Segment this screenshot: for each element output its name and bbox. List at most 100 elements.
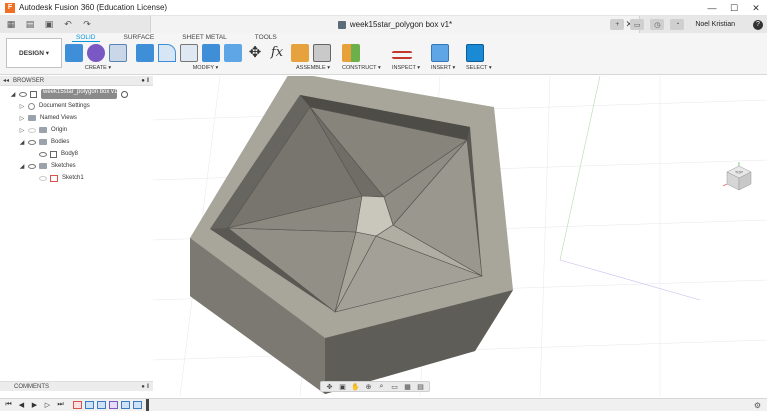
- tree-item-label: Named Views: [40, 115, 77, 121]
- tree-item-body8[interactable]: Body8: [0, 148, 153, 160]
- gear-icon: [28, 102, 35, 110]
- collapse-panel-icon[interactable]: ◂◂: [3, 77, 9, 84]
- tree-item-bodies[interactable]: ◢ Bodies: [0, 136, 153, 148]
- document-tab[interactable]: week15star_polygon box v1* ✕: [150, 16, 640, 33]
- visibility-eye-icon[interactable]: [28, 139, 36, 145]
- activate-radio-icon[interactable]: [121, 90, 129, 98]
- folder-icon: [39, 163, 47, 169]
- expand-icon[interactable]: ◢: [19, 139, 25, 146]
- 3d-viewport[interactable]: TOP: [153, 76, 767, 396]
- visibility-eye-icon[interactable]: [28, 127, 36, 133]
- timeline-first-icon[interactable]: ⏮: [4, 401, 13, 410]
- timeline-next-icon[interactable]: ▷: [43, 401, 52, 410]
- combine-icon[interactable]: [202, 44, 220, 62]
- zoom-window-icon[interactable]: ⌕: [377, 383, 386, 391]
- navigation-bar: ✥ ▣ ✋ ⊕ ⌕ ▭ ▦ ▤: [320, 381, 430, 392]
- browser-header[interactable]: ◂◂ BROWSER ● ‖: [0, 76, 153, 86]
- help-icon[interactable]: ?: [753, 19, 763, 30]
- viewcube[interactable]: TOP: [723, 162, 755, 194]
- zoom-icon[interactable]: ⊕: [364, 383, 373, 391]
- timeline-prev-icon[interactable]: ◀: [17, 401, 26, 410]
- save-icon[interactable]: ▣: [41, 18, 57, 31]
- select-menu[interactable]: SELECT ▾: [466, 65, 492, 71]
- timeline-extrude-feature[interactable]: [85, 401, 94, 409]
- assemble-menu[interactable]: ASSEMBLE ▾: [291, 65, 335, 71]
- tab-tools[interactable]: TOOLS: [251, 34, 281, 42]
- tree-item-root[interactable]: ◢ week15star_polygon box v1: [0, 88, 153, 100]
- timeline-play-icon[interactable]: ▶: [30, 401, 39, 410]
- timeline-last-icon[interactable]: ⏭: [56, 401, 65, 410]
- data-panel-grid-icon[interactable]: ▦: [3, 18, 19, 31]
- timeline-feature[interactable]: [121, 401, 130, 409]
- expand-icon[interactable]: ▷: [19, 127, 25, 134]
- insert-image-icon[interactable]: [431, 44, 449, 62]
- construct-menu[interactable]: CONSTRUCT ▾: [342, 65, 381, 71]
- comments-add-icon[interactable]: ● ‖: [141, 384, 149, 390]
- new-tab-icon[interactable]: +: [610, 19, 625, 30]
- tree-item-sketches[interactable]: ◢ Sketches: [0, 160, 153, 172]
- display-settings-icon[interactable]: ▭: [390, 383, 399, 391]
- tab-solid[interactable]: SOLID: [72, 34, 100, 42]
- split-body-icon[interactable]: [224, 44, 242, 62]
- tree-item-origin[interactable]: ▷ Origin: [0, 124, 153, 136]
- expand-icon[interactable]: ◢: [19, 163, 25, 170]
- tree-item-document-settings[interactable]: ▷ Document Settings: [0, 100, 153, 112]
- minimize-button[interactable]: —: [701, 0, 723, 16]
- timeline-settings-gear-icon[interactable]: ⚙: [754, 401, 761, 410]
- timeline-sketch-feature[interactable]: [73, 401, 82, 409]
- browser-pin-icon[interactable]: ● ‖: [141, 78, 149, 84]
- parameters-fx-icon[interactable]: fx: [268, 44, 286, 62]
- pan-hand-icon[interactable]: ✋: [351, 383, 360, 391]
- timeline-feature[interactable]: [133, 401, 142, 409]
- tab-sheet-metal[interactable]: SHEET METAL: [178, 34, 231, 42]
- browser-title: BROWSER: [13, 77, 45, 84]
- fillet-icon[interactable]: [158, 44, 176, 62]
- insert-menu[interactable]: INSERT ▾: [431, 65, 455, 71]
- timeline-marker[interactable]: [146, 399, 149, 411]
- expand-icon[interactable]: ◢: [10, 91, 16, 98]
- tree-item-named-views[interactable]: ▷ Named Views: [0, 112, 153, 124]
- visibility-eye-icon[interactable]: [19, 91, 27, 97]
- modify-menu[interactable]: MODIFY ▾: [121, 65, 290, 71]
- visibility-eye-icon[interactable]: [39, 175, 47, 181]
- visibility-eye-icon[interactable]: [28, 163, 36, 169]
- tree-item-sketch1[interactable]: Sketch1: [0, 172, 153, 184]
- press-pull-icon[interactable]: [136, 44, 154, 62]
- undo-icon[interactable]: ↶: [60, 18, 76, 31]
- offset-plane-icon[interactable]: [342, 44, 360, 62]
- expand-icon[interactable]: ▷: [19, 115, 25, 122]
- move-copy-icon[interactable]: ✥: [246, 44, 264, 62]
- comments-panel-header[interactable]: COMMENTS ● ‖: [0, 381, 153, 391]
- model-canvas[interactable]: [153, 76, 767, 396]
- extensions-icon[interactable]: ▭: [630, 19, 645, 30]
- tab-surface[interactable]: SURFACE: [120, 34, 159, 42]
- grid-snap-icon[interactable]: ▦: [403, 383, 412, 391]
- user-account[interactable]: Noel Kristian: [695, 21, 735, 28]
- orbit-icon[interactable]: ✥: [325, 383, 334, 391]
- modify-group: ✥ fx MODIFY ▾: [136, 43, 290, 73]
- visibility-eye-icon[interactable]: [39, 151, 47, 157]
- inspect-menu[interactable]: INSPECT ▾: [392, 65, 420, 71]
- joint-icon[interactable]: [313, 44, 331, 62]
- extrude-icon[interactable]: [109, 44, 127, 62]
- quick-access-toolbar: ▦ ▤ ▣ ↶ ↷: [0, 16, 95, 33]
- shell-icon[interactable]: [180, 44, 198, 62]
- select-arrow-icon[interactable]: [466, 44, 484, 62]
- notifications-icon[interactable]: ◔: [670, 19, 685, 30]
- browser-tree: ◢ week15star_polygon box v1 ▷ Document S…: [0, 88, 153, 184]
- job-status-icon[interactable]: ◷: [650, 19, 665, 30]
- workspace-switcher-button[interactable]: DESIGN ▾: [6, 38, 62, 68]
- create-form-icon[interactable]: [87, 44, 105, 62]
- timeline-feature[interactable]: [97, 401, 106, 409]
- new-component-assemble-icon[interactable]: [291, 44, 309, 62]
- new-component-icon[interactable]: [65, 44, 83, 62]
- close-window-button[interactable]: ✕: [745, 0, 767, 16]
- redo-icon[interactable]: ↷: [79, 18, 95, 31]
- expand-icon[interactable]: ▷: [19, 103, 25, 110]
- file-menu-icon[interactable]: ▤: [22, 18, 38, 31]
- timeline-feature[interactable]: [109, 401, 118, 409]
- look-at-icon[interactable]: ▣: [338, 383, 347, 391]
- maximize-button[interactable]: ☐: [723, 0, 745, 16]
- viewports-icon[interactable]: ▤: [416, 383, 425, 391]
- measure-icon[interactable]: [392, 51, 412, 59]
